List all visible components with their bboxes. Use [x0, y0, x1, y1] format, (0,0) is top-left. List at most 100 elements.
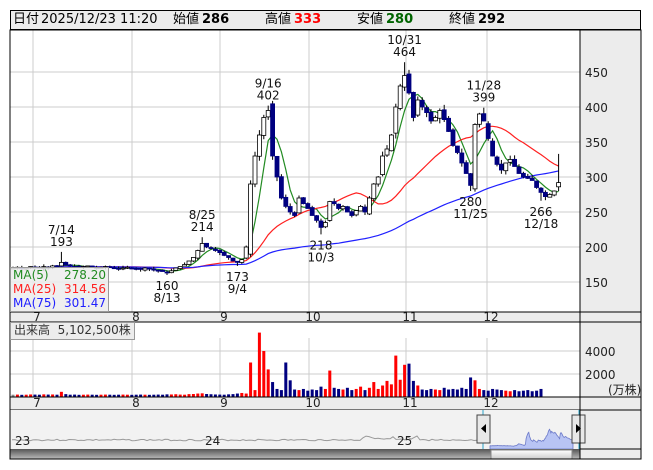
volume-bar [442, 387, 446, 397]
volume-bar [367, 387, 371, 397]
volume-bar [240, 392, 244, 397]
volume-bar [508, 391, 512, 397]
candle-down [111, 267, 117, 270]
candle-up [353, 210, 359, 216]
scrollbar-thumb[interactable] [490, 449, 573, 460]
candle-down [278, 176, 284, 199]
volume-bar [59, 391, 63, 397]
candle-up [261, 117, 267, 136]
candle-down [362, 206, 368, 213]
volume-bar [517, 391, 521, 397]
candle-down [270, 103, 276, 157]
candle-down [534, 180, 539, 188]
candle-up [195, 250, 201, 259]
volume-bar [425, 390, 429, 397]
candle-down [538, 187, 544, 193]
volume-bar [455, 389, 459, 397]
navigator-background [10, 410, 580, 449]
low-date-label: 11/25 [453, 207, 488, 221]
volume-bar [521, 390, 525, 397]
volume-bar [389, 384, 393, 397]
price-tick-label: 200 [585, 241, 608, 255]
date-value: 2025/12/23 11:20 [41, 12, 158, 27]
low-label: 安値 [357, 12, 384, 27]
candle-down [512, 158, 517, 167]
candle-up [393, 106, 399, 134]
volume-bar [332, 387, 336, 397]
close-value: 292 [478, 12, 506, 27]
candle-up [173, 267, 179, 271]
volume-bar [293, 389, 297, 397]
high-value-label: 193 [50, 235, 73, 249]
candle-up [415, 99, 421, 116]
candle-down [441, 109, 447, 121]
candle-down [287, 206, 293, 213]
candle-down [485, 123, 491, 139]
volume-month-label: 12 [483, 396, 498, 410]
candle-up [472, 124, 478, 190]
candle-down [410, 91, 416, 118]
volume-bar [530, 391, 534, 397]
volume-bar [385, 380, 389, 397]
volume-bar [275, 388, 279, 397]
volume-bar [376, 388, 380, 397]
candle-up [248, 183, 254, 255]
navigator-year-label: 23 [15, 434, 30, 448]
high-value-label: 464 [393, 45, 416, 59]
candle-down [116, 267, 121, 270]
candle-up [432, 117, 438, 122]
low-date-label: 10/3 [308, 250, 335, 264]
volume-month-label: 10 [305, 396, 320, 410]
candle-down [67, 264, 73, 267]
ma-legend: MA(5) 278.20 MA(25) 314.56 MA(75) 301.47 [10, 267, 109, 312]
volume-bar [337, 388, 341, 397]
high-value-label: 402 [257, 89, 280, 103]
volume-bar [359, 386, 363, 397]
candle-down [468, 173, 474, 186]
volume-bar [403, 364, 407, 397]
candle-down [226, 255, 232, 258]
candle-up [120, 267, 126, 270]
volume-tick-label: 4000 [585, 345, 616, 359]
candle-up [402, 75, 408, 88]
candle-up [296, 197, 302, 214]
volume-bar [473, 380, 477, 397]
volume-bar [447, 389, 451, 397]
candle-down [543, 191, 548, 197]
volume-bar [372, 382, 376, 397]
candle-down [63, 261, 69, 266]
volume-month-label: 8 [132, 396, 140, 410]
candle-down [344, 206, 350, 213]
candle-down [406, 73, 412, 94]
volume-bar [504, 390, 508, 397]
candle-down [481, 113, 487, 122]
candle-up [397, 85, 403, 109]
ma25-value: 314.56 [64, 282, 106, 296]
candle-down [274, 155, 280, 178]
volume-bar [284, 362, 288, 397]
stock-chart: 7/14 193 160 8/13 8/25 214 173 9/4 9/16 402 218 10/… [0, 0, 653, 470]
close-label: 終値 [449, 12, 476, 27]
volume-bar [411, 380, 415, 397]
volume-bar [429, 388, 433, 397]
candle-down [221, 251, 227, 256]
volume-bar [363, 390, 367, 397]
candle-down [129, 267, 135, 270]
price-tick-label: 300 [585, 171, 608, 185]
low-date-label: 8/13 [154, 291, 181, 305]
volume-bar [381, 385, 385, 397]
volume-bar [297, 390, 301, 397]
volume-bar [345, 387, 349, 397]
range-navigator[interactable]: 23 24 25 [10, 410, 586, 460]
volume-bar [249, 362, 253, 397]
volume-tick-label: 2000 [585, 368, 616, 382]
price-tick-label: 400 [585, 101, 608, 115]
ma5-label: MA(5) [13, 268, 49, 282]
candle-down [314, 215, 320, 221]
candle-down [490, 140, 496, 157]
volume-bar [266, 369, 270, 397]
candle-up [556, 182, 561, 188]
volume-bars [11, 332, 543, 397]
candle-up [366, 197, 372, 215]
volume-bar [513, 390, 517, 397]
